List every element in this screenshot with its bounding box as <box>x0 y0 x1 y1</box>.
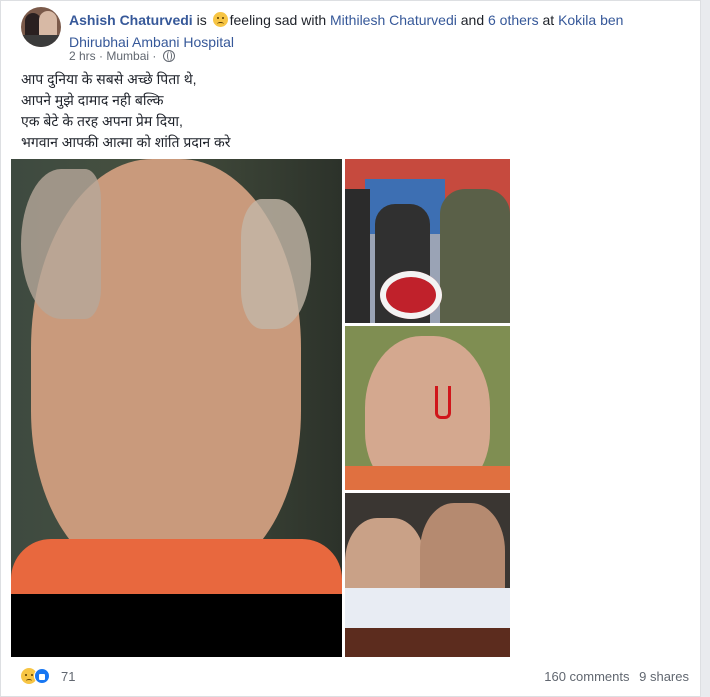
post-text-line: एक बेटे के तरह अपना प्रेम दिया, <box>21 113 183 129</box>
at-text: at <box>542 12 555 28</box>
post-time[interactable]: 2 hrs <box>69 49 96 63</box>
main-photo-portrait[interactable] <box>11 159 342 657</box>
with-text: with <box>301 12 327 28</box>
post-footer: 71 160 comments 9 shares <box>21 665 691 689</box>
post-text-line: भगवान आपकी आत्मा को शांति प्रदान करे <box>21 134 231 150</box>
post-stats: 160 comments 9 shares <box>538 669 689 684</box>
reaction-count[interactable]: 71 <box>61 669 75 684</box>
post-text: आप दुनिया के सबसे अच्छे पिता थे, आपने मु… <box>21 69 231 153</box>
others-link[interactable]: 6 others <box>488 12 539 28</box>
post-title-line: Ashish Chaturvedi is feeling sad with Mi… <box>69 9 689 53</box>
like-reaction-icon[interactable] <box>34 668 50 684</box>
feeling-text: feeling sad <box>229 12 298 28</box>
post-text-line: आप दुनिया के सबसे अच्छे पिता थे, <box>21 71 197 87</box>
tagged-person-link[interactable]: Mithilesh Chaturvedi <box>330 12 457 28</box>
comments-count-link[interactable]: 160 comments <box>544 669 629 684</box>
post-text-line: आपने मुझे दामाद नही बल्कि <box>21 92 164 108</box>
post-card: Ashish Chaturvedi is feeling sad with Mi… <box>0 0 701 697</box>
post-meta: 2 hrs · Mumbai · <box>69 49 175 63</box>
shares-count-link[interactable]: 9 shares <box>639 669 689 684</box>
post-location[interactable]: Mumbai <box>106 49 149 63</box>
author-avatar[interactable] <box>21 7 61 47</box>
is-text: is <box>196 12 207 28</box>
photo-two-men-embrace[interactable] <box>345 493 510 657</box>
photo-event-bouquet[interactable] <box>345 159 510 323</box>
globe-icon[interactable] <box>162 50 175 62</box>
photo-portrait-tilak[interactable] <box>345 326 510 490</box>
sad-feeling-icon <box>212 12 228 27</box>
and-text: and <box>460 12 485 28</box>
place-line-1: Kokila ben <box>558 12 624 28</box>
place-line-2: Dhirubhai Ambani Hospital <box>69 34 234 50</box>
author-name-link[interactable]: Ashish Chaturvedi <box>69 12 193 28</box>
post-header: Ashish Chaturvedi is feeling sad with Mi… <box>21 7 691 67</box>
